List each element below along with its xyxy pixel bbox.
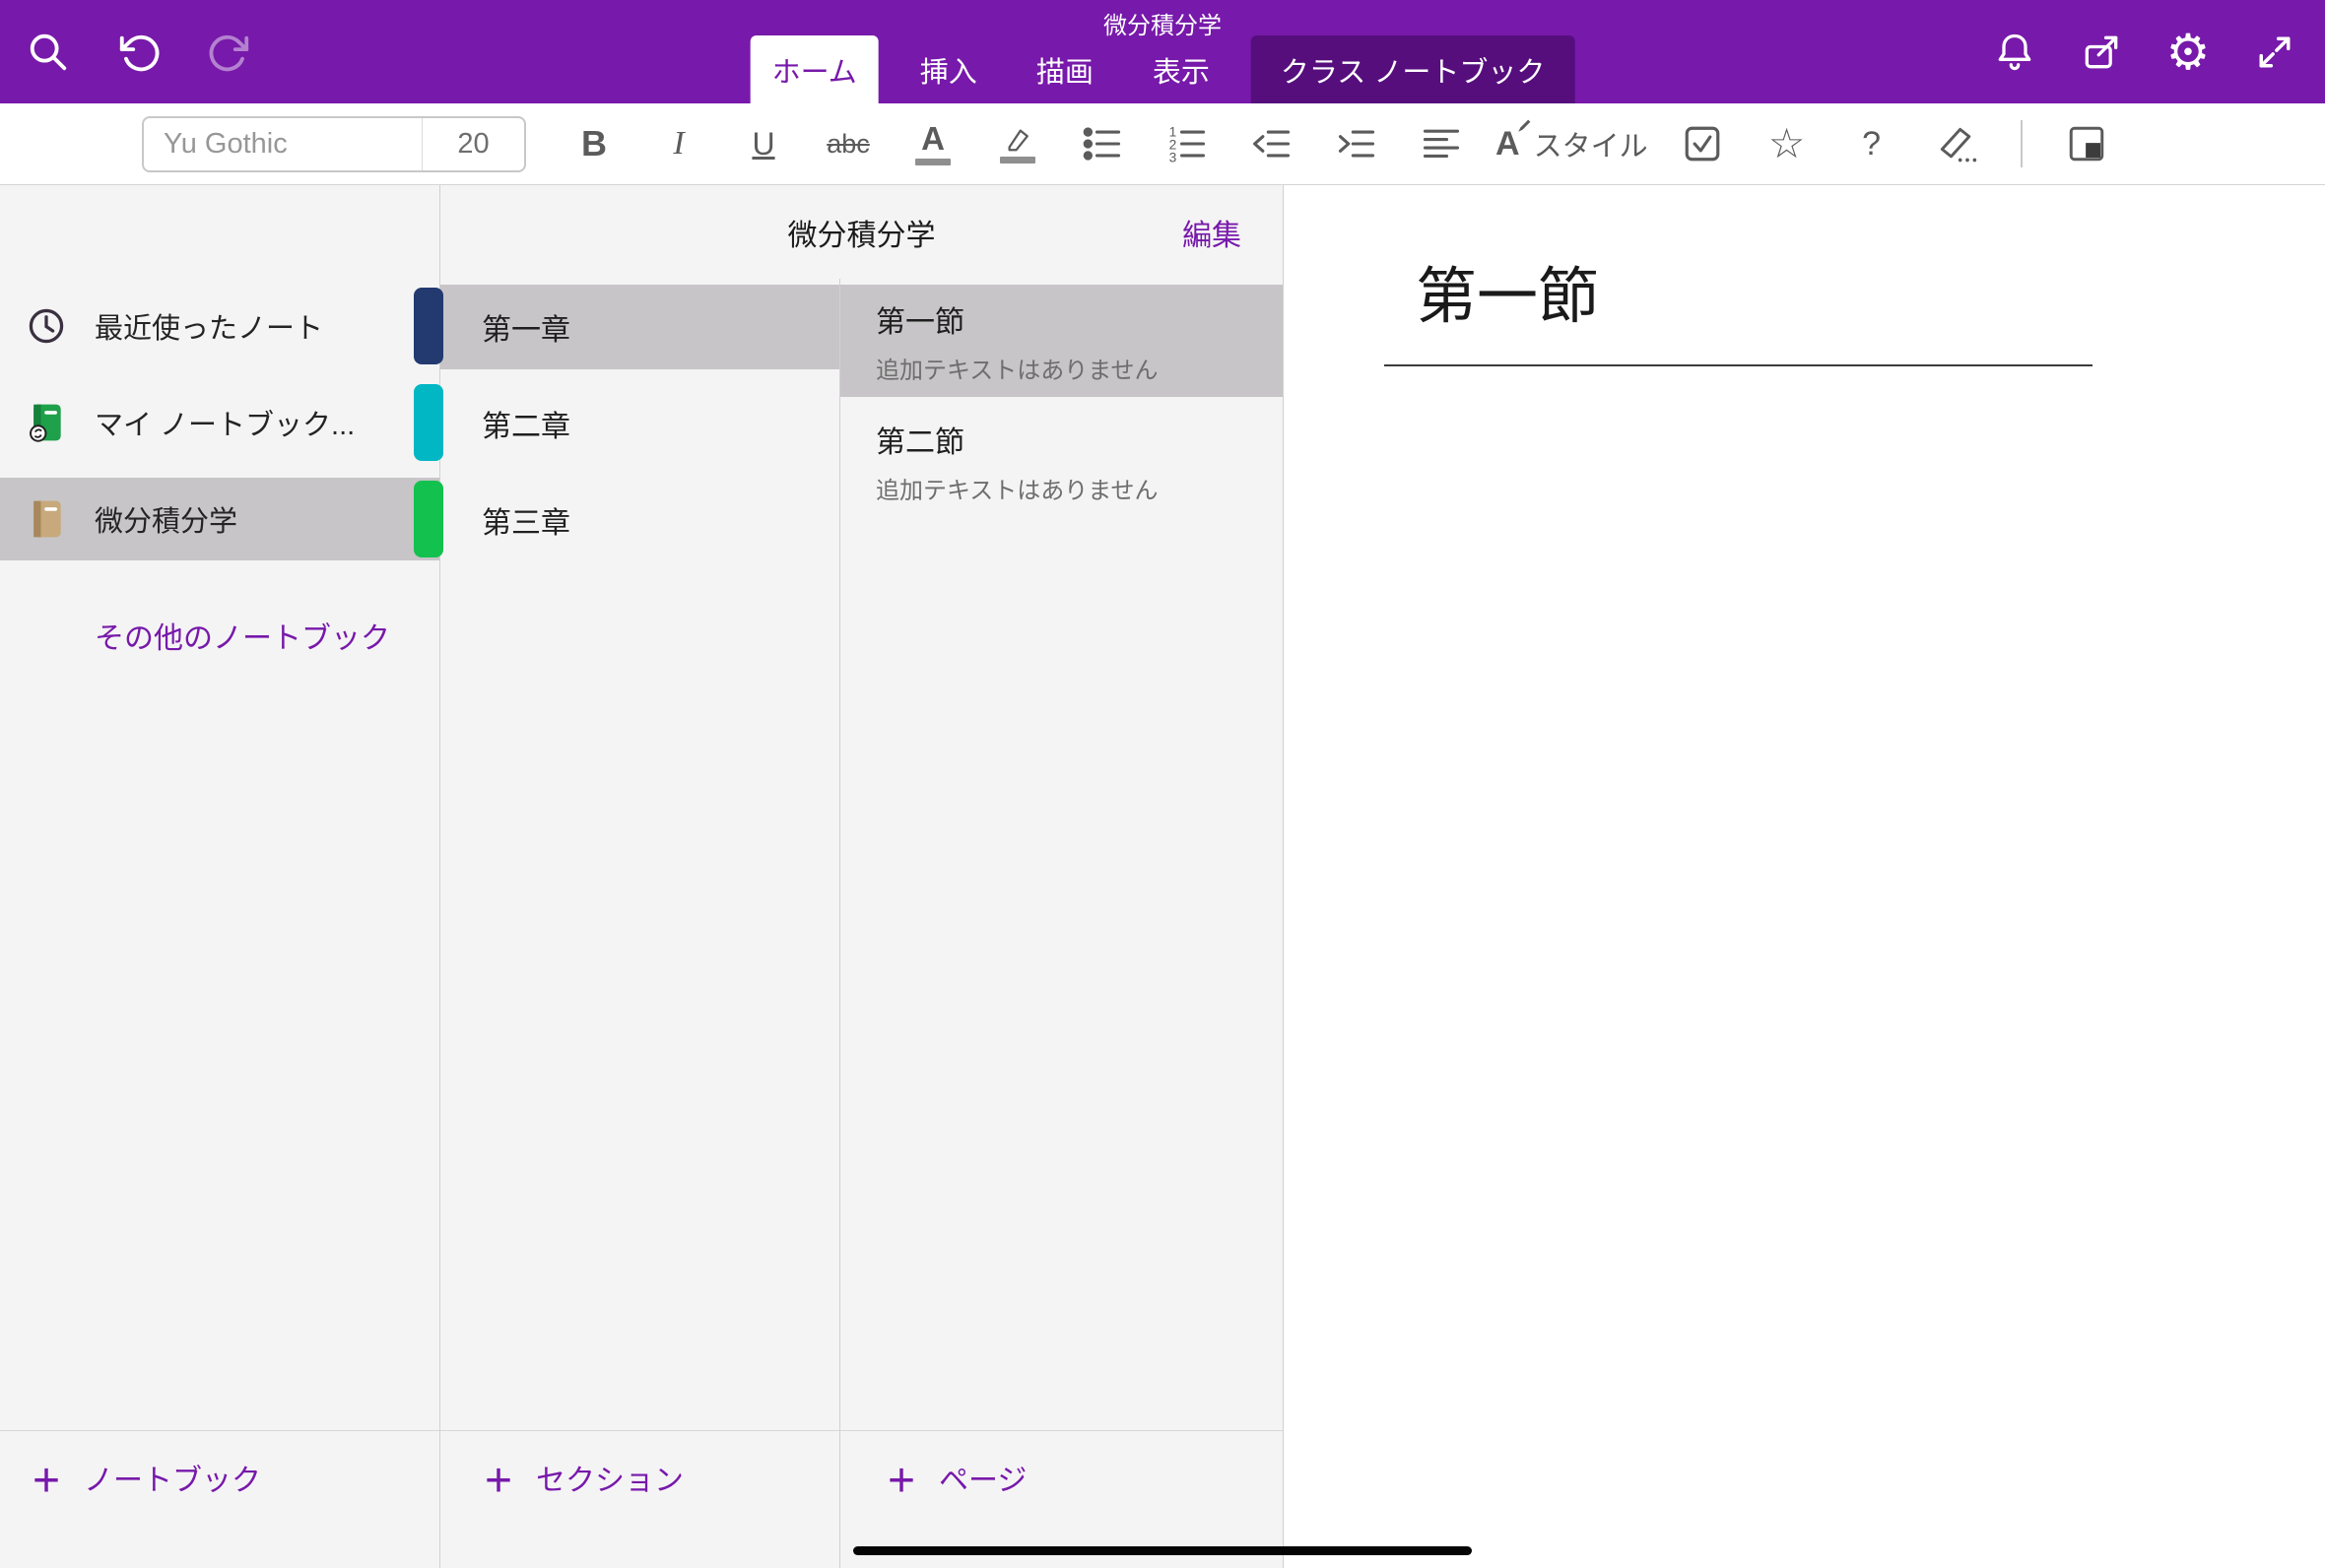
- font-name-field[interactable]: Yu Gothic: [144, 118, 422, 170]
- toolbar-divider: [2021, 120, 2023, 167]
- highlighter-button[interactable]: [987, 108, 1048, 179]
- notebook-color-tab: [414, 384, 443, 461]
- redo-icon[interactable]: [205, 28, 254, 77]
- font-size-field[interactable]: 20: [422, 118, 524, 170]
- undo-icon[interactable]: [114, 28, 164, 77]
- font-color-bar: [915, 159, 951, 165]
- numbered-list-button[interactable]: 1 2 3: [1157, 108, 1218, 179]
- page-item-subtitle: 追加テキストはありません: [876, 471, 1283, 505]
- star-button[interactable]: ☆: [1757, 108, 1818, 179]
- app-body: 最近使ったノート マイ ノートブック...: [0, 185, 2325, 1568]
- sidebar-item-calculus[interactable]: 微分積分学: [0, 478, 439, 560]
- add-notebook-button[interactable]: + ノートブック: [0, 1430, 439, 1568]
- tab-insert[interactable]: 挿入: [902, 35, 995, 103]
- edit-button[interactable]: 編集: [1182, 185, 1241, 279]
- tab-home[interactable]: ホーム: [751, 35, 879, 103]
- center-body: 第一章 第二章 第三章 + セクション 第一節 追加テキストはありません: [440, 279, 1283, 1568]
- sections-panel: 第一章 第二章 第三章 + セクション: [440, 279, 840, 1568]
- page-list: 第一節 追加テキストはありません 第二節 追加テキストはありません: [840, 285, 1283, 525]
- italic-button[interactable]: I: [648, 108, 709, 179]
- underline-button[interactable]: U: [733, 108, 794, 179]
- ribbon-tabs: ホーム 挿入 描画 表示 クラス ノートブック: [751, 35, 1575, 103]
- ribbon-toolbar: Yu Gothic 20 B I U abc A: [0, 103, 2325, 185]
- indent-button[interactable]: [1326, 108, 1387, 179]
- tab-draw[interactable]: 描画: [1019, 35, 1111, 103]
- more-notebooks-link[interactable]: その他のノートブック: [0, 614, 439, 657]
- section-item[interactable]: 第一章: [440, 285, 839, 369]
- sidebar-item-label: 微分積分学: [95, 498, 237, 540]
- help-button[interactable]: ?: [1841, 108, 1902, 179]
- section-item[interactable]: 第三章: [440, 478, 839, 562]
- title-underline: [1384, 364, 2092, 366]
- pages-panel: 第一節 追加テキストはありません 第二節 追加テキストはありません + ページ: [840, 279, 1283, 1568]
- svg-text:3: 3: [1169, 150, 1177, 164]
- sidebar-item-recent-notes[interactable]: 最近使ったノート: [0, 285, 439, 367]
- page-item[interactable]: 第一節 追加テキストはありません: [840, 285, 1283, 397]
- plus-icon: +: [888, 1459, 915, 1504]
- page-item-subtitle: 追加テキストはありません: [876, 351, 1283, 385]
- notebook-color-tab: [414, 288, 443, 364]
- sidebar-header-spacer: [0, 185, 439, 279]
- plus-icon: +: [33, 1459, 60, 1504]
- section-item[interactable]: 第二章: [440, 381, 839, 466]
- page-color-button[interactable]: [2056, 108, 2117, 179]
- add-section-button[interactable]: + セクション: [440, 1430, 839, 1568]
- settings-icon[interactable]: ⚙: [2163, 28, 2213, 77]
- font-color-button[interactable]: A: [902, 108, 963, 179]
- notebook-title: 微分積分学: [440, 185, 1283, 279]
- sidebar-item-label: マイ ノートブック...: [95, 402, 355, 443]
- bold-button[interactable]: B: [564, 108, 625, 179]
- topbar-right-icons: ⚙: [1990, 0, 2299, 103]
- page-title[interactable]: 第一節: [1416, 246, 2325, 335]
- notebook-color-tab: [414, 481, 443, 557]
- topbar-left-icons: [24, 0, 254, 103]
- top-bar: 微分積分学 ホーム 挿入 描画 表示 クラス ノ: [0, 0, 2325, 103]
- notebook-list: 最近使ったノート マイ ノートブック...: [0, 285, 439, 574]
- highlighter-bar: [1000, 157, 1035, 163]
- tab-view[interactable]: 表示: [1135, 35, 1228, 103]
- notebook-sync-icon: [24, 400, 69, 445]
- page-editor[interactable]: 第一節: [1284, 185, 2325, 1568]
- clock-icon: [24, 303, 69, 349]
- page-item[interactable]: 第二節 追加テキストはありません: [840, 405, 1283, 517]
- font-picker[interactable]: Yu Gothic 20: [142, 116, 526, 172]
- page-item-title: 第二節: [876, 418, 1283, 461]
- plus-icon: +: [485, 1459, 512, 1504]
- outdent-button[interactable]: [1241, 108, 1302, 179]
- formatting-group: B I U abc A: [552, 108, 2129, 179]
- styles-button[interactable]: A スタイル: [1495, 108, 1648, 179]
- styles-a-icon: A: [1495, 125, 1520, 163]
- notebooks-sidebar: 最近使ったノート マイ ノートブック...: [0, 185, 440, 1568]
- tab-class-notebook[interactable]: クラス ノートブック: [1251, 35, 1574, 103]
- notebook-header: 微分積分学 編集: [440, 185, 1283, 279]
- sidebar-item-label: 最近使ったノート: [95, 305, 323, 347]
- bell-icon[interactable]: [1990, 28, 2039, 77]
- share-icon[interactable]: [2077, 28, 2126, 77]
- bulleted-list-button[interactable]: [1072, 108, 1133, 179]
- section-list: 第一章 第二章 第三章: [440, 285, 839, 574]
- center-panels: 微分積分学 編集 第一章 第二章 第三章 + セクション: [440, 185, 1284, 1568]
- strikethrough-button[interactable]: abc: [818, 108, 879, 179]
- sidebar-item-my-notebooks[interactable]: マイ ノートブック...: [0, 381, 439, 464]
- page-item-title: 第一節: [876, 297, 1283, 341]
- expand-icon[interactable]: [2250, 28, 2299, 77]
- home-indicator[interactable]: [853, 1546, 1472, 1555]
- notebook-icon: [24, 496, 69, 542]
- onenote-app: 微分積分学 ホーム 挿入 描画 表示 クラス ノ: [0, 0, 2325, 1568]
- todo-checkbox-button[interactable]: [1672, 108, 1733, 179]
- tag-button[interactable]: [1926, 108, 1987, 179]
- alignment-button[interactable]: [1411, 108, 1472, 179]
- search-icon[interactable]: [24, 28, 73, 77]
